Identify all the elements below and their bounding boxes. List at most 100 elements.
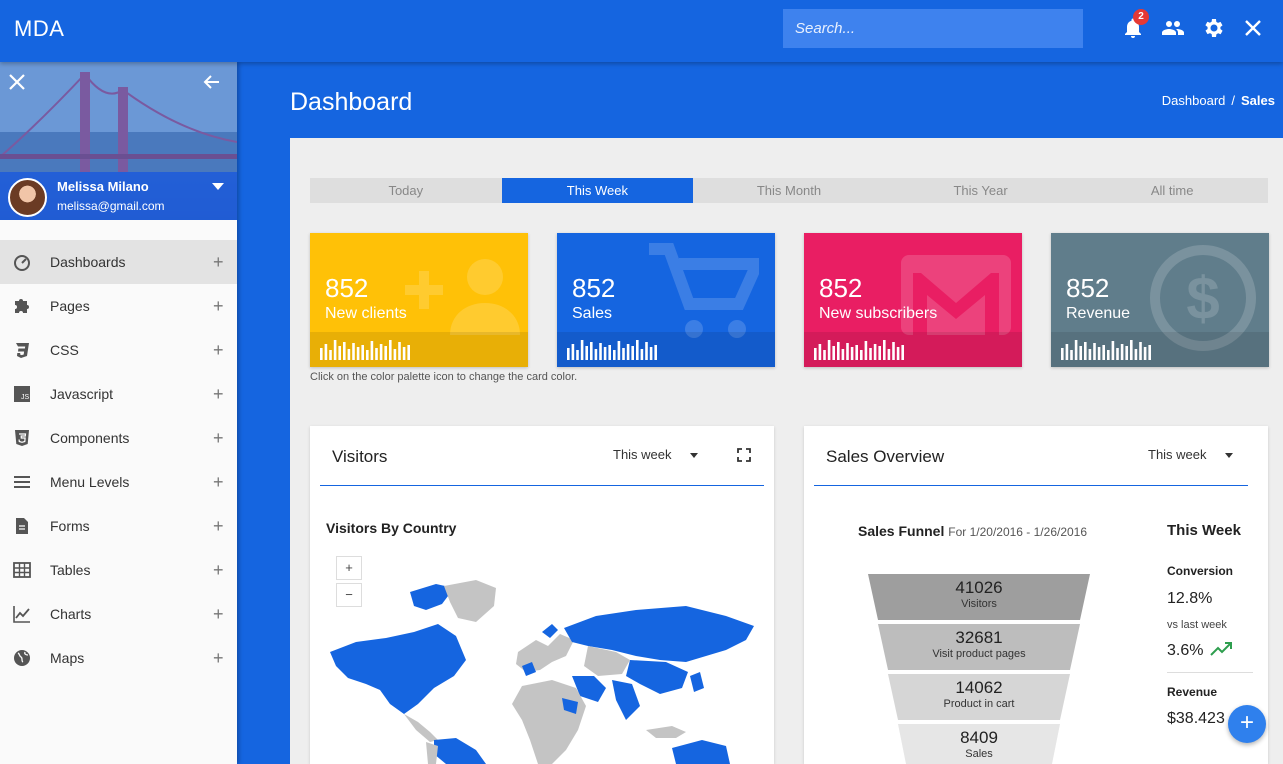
period-tabs: Today This Week This Month This Year All… — [310, 178, 1268, 203]
sparkline-bar — [608, 345, 611, 360]
gauge-icon — [14, 255, 30, 271]
sparkline-bar — [827, 340, 831, 360]
sidebar-item-javascript[interactable]: JS Javascript + — [0, 372, 237, 416]
sidebar-item-charts[interactable]: Charts + — [0, 592, 237, 636]
funnel-value: 14062 — [955, 678, 1003, 697]
add-fab-button[interactable]: + — [1228, 705, 1266, 743]
sidebar-item-forms[interactable]: Forms + — [0, 504, 237, 548]
sparkline-bar — [585, 346, 588, 360]
funnel-step-sales: 8409 Sales — [868, 728, 1090, 760]
sidebar-item-label: Pages — [50, 298, 90, 314]
avatar[interactable] — [8, 178, 47, 217]
world-map[interactable] — [326, 580, 760, 764]
sparkline-bar — [873, 344, 877, 360]
sparkline-bar — [333, 340, 337, 360]
sparkline-bar — [402, 347, 406, 360]
expand-icon[interactable]: + — [213, 252, 224, 273]
stats-divider — [1167, 672, 1253, 673]
sparkline-bar — [1070, 350, 1073, 360]
expand-icon[interactable]: + — [213, 472, 224, 493]
tab-this-year[interactable]: This Year — [885, 178, 1077, 203]
funnel-step-product-pages: 32681 Visit product pages — [868, 628, 1090, 660]
close-icon[interactable] — [1241, 16, 1265, 40]
globe-icon — [14, 650, 30, 666]
sidebar-item-components[interactable]: Components + — [0, 416, 237, 460]
stat-card-new-subscribers[interactable]: 852 New subscribers — [804, 233, 1022, 367]
tab-all-time[interactable]: All time — [1076, 178, 1268, 203]
stat-label: Sales — [572, 305, 613, 322]
profile-dropdown-icon[interactable] — [212, 183, 224, 190]
conversion-label: Conversion — [1167, 564, 1234, 578]
funnel-label: Visitors — [961, 598, 997, 610]
sparkline-bar — [855, 345, 858, 360]
funnel-value: 41026 — [955, 578, 1003, 597]
title-underline — [814, 485, 1248, 486]
expand-icon[interactable]: + — [213, 384, 224, 405]
period-select[interactable]: This week — [1148, 447, 1233, 462]
sidebar-item-label: CSS — [50, 342, 79, 358]
expand-icon[interactable]: + — [213, 648, 224, 669]
sidebar-item-pages[interactable]: Pages + — [0, 284, 237, 328]
stat-card-new-clients[interactable]: 852 New clients — [310, 233, 528, 367]
arrow-back-icon[interactable] — [202, 72, 222, 92]
sparkline-bar — [837, 342, 840, 360]
sparkline-bar — [1088, 349, 1092, 360]
html5-icon — [15, 430, 29, 446]
period-select-value: This week — [613, 447, 672, 462]
funnel-date-range: For 1/20/2016 - 1/26/2016 — [948, 525, 1088, 539]
stat-card-revenue[interactable]: $ 852 Revenue — [1051, 233, 1269, 367]
sparkline-bar — [343, 342, 346, 360]
period-select[interactable]: This week — [613, 447, 698, 462]
breadcrumb-current: Sales — [1241, 93, 1275, 108]
breadcrumb-home[interactable]: Dashboard — [1162, 93, 1226, 108]
gear-icon[interactable] — [1201, 16, 1225, 40]
search-input[interactable] — [783, 9, 1083, 48]
brand-logo[interactable]: MDA — [14, 16, 64, 42]
sparkline-bar — [1084, 342, 1087, 360]
expand-icon[interactable]: + — [213, 604, 224, 625]
sidebar-item-maps[interactable]: Maps + — [0, 636, 237, 680]
close-icon[interactable] — [7, 72, 27, 92]
map-title: Visitors By Country — [326, 520, 457, 536]
sparkline-bar — [649, 347, 653, 360]
sparkline-bar — [823, 350, 826, 360]
sidebar-item-menu-levels[interactable]: Menu Levels + — [0, 460, 237, 504]
expand-icon[interactable]: + — [213, 340, 224, 361]
expand-icon[interactable]: + — [213, 560, 224, 581]
map-zoom-in-button[interactable]: + — [336, 556, 362, 580]
main-content: Dashboard Dashboard / Sales Today This Wee… — [237, 62, 1283, 764]
tab-this-week[interactable]: This Week — [501, 178, 694, 203]
sparkline-bar — [1079, 346, 1082, 360]
tab-this-month[interactable]: This Month — [693, 178, 885, 203]
sparkline-bar — [366, 350, 369, 360]
expand-icon[interactable]: + — [213, 296, 224, 317]
chevron-down-icon — [689, 453, 698, 459]
funnel-label: Product in cart — [943, 698, 1015, 710]
people-icon[interactable] — [1161, 16, 1185, 40]
period-select-value: This week — [1148, 447, 1207, 462]
chevron-down-icon — [1224, 453, 1233, 459]
fullscreen-icon[interactable] — [737, 448, 751, 462]
expand-icon[interactable]: + — [213, 516, 224, 537]
tab-today[interactable]: Today — [310, 178, 502, 203]
stat-card-sales[interactable]: 852 Sales — [557, 233, 775, 367]
sparkline-bar — [1111, 341, 1115, 360]
sidebar-item-dashboards[interactable]: Dashboards + — [0, 240, 237, 284]
sparkline-bar — [617, 341, 621, 360]
sparkline-bar — [379, 344, 383, 360]
funnel-label: Visit product pages — [932, 648, 1026, 660]
expand-icon[interactable]: + — [213, 428, 224, 449]
breadcrumb-separator: / — [1231, 93, 1236, 108]
sparkline-bar — [883, 340, 886, 360]
sparkline-bar — [576, 350, 579, 360]
card-title: Visitors — [332, 447, 388, 466]
sparkline-bar — [580, 340, 584, 360]
sidebar-item-tables[interactable]: Tables + — [0, 548, 237, 592]
sparkline-bar — [622, 348, 625, 360]
sparkline-bar — [626, 344, 630, 360]
trending-up-icon — [1210, 642, 1232, 656]
sparkline-bar — [398, 342, 401, 360]
mail-icon — [901, 255, 1011, 335]
sidebar-item-css[interactable]: CSS + — [0, 328, 237, 372]
sparkline-bar — [567, 348, 570, 360]
